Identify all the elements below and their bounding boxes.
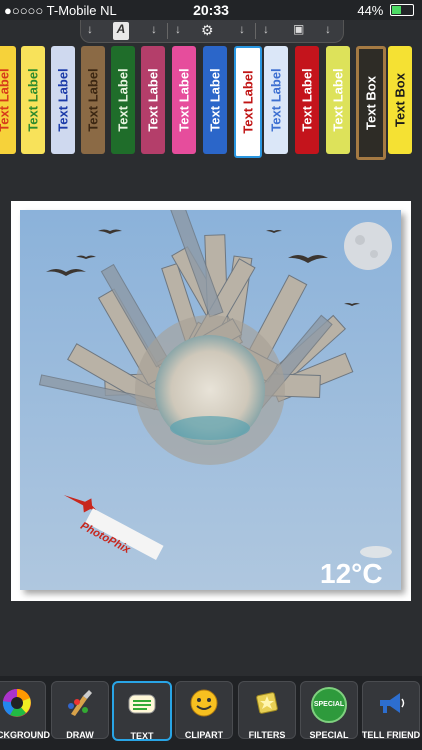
tell-friend-button[interactable]: TELL FRIEND <box>362 681 420 740</box>
draw-label: DRAW <box>66 730 94 740</box>
label-style-strip: Text Label Text Label Text Label Text La… <box>0 44 422 160</box>
label-style-10[interactable]: Text Label <box>295 46 319 154</box>
clipart-button[interactable]: CLIPART <box>175 681 233 740</box>
battery-icon <box>390 4 414 16</box>
clipart-label: CLIPART <box>184 730 224 740</box>
label-style-1[interactable]: Text Label <box>21 46 45 154</box>
battery-indicator: 44% <box>357 3 414 18</box>
top-tab-bar: ↓ A ↓ ↓ ⚙ ↓ ↓ ▣ ↓ <box>80 20 344 43</box>
background-button[interactable]: BACKGROUND <box>0 681 50 740</box>
special-badge-icon: SPECIAL <box>311 687 347 723</box>
cloud-icon <box>360 546 392 558</box>
arrow-down-icon[interactable]: ↓ <box>151 22 157 40</box>
smiley-icon <box>190 689 218 717</box>
label-style-13[interactable]: Text Box <box>388 46 412 154</box>
color-wheel-icon <box>2 688 31 717</box>
temperature-text: 12°C <box>320 558 383 589</box>
label-style-0[interactable]: Text Label <box>0 46 16 154</box>
battery-percent: 44% <box>357 3 384 18</box>
filters-star-icon <box>256 692 278 714</box>
paintbrush-icon <box>68 690 92 716</box>
text-button[interactable]: TEXT <box>112 681 172 741</box>
label-style-9[interactable]: Text Label <box>264 46 288 154</box>
photo-illustration <box>38 210 392 560</box>
label-style-6[interactable]: Text Label <box>172 46 196 154</box>
label-style-7[interactable]: Text Label <box>203 46 227 154</box>
label-style-2[interactable]: Text Label <box>51 46 75 154</box>
gear-icon[interactable]: ⚙ <box>201 22 214 40</box>
label-style-8[interactable]: Text Label <box>234 46 262 158</box>
photo-canvas[interactable]: PhotoPhix 12°C <box>11 201 411 601</box>
arrow-down-icon[interactable]: ↓ <box>175 22 181 40</box>
special-button[interactable]: SPECIAL SPECIAL <box>300 681 358 740</box>
moon <box>344 222 392 270</box>
tiny-planet-photo[interactable]: PhotoPhix 12°C <box>20 210 401 590</box>
label-style-12[interactable]: Text Box <box>356 46 386 160</box>
text-tool-icon <box>128 694 156 714</box>
text-style-icon[interactable]: A <box>113 22 129 40</box>
special-label: SPECIAL <box>309 730 349 740</box>
arrow-down-icon[interactable]: ↓ <box>239 22 245 40</box>
megaphone-icon <box>380 693 405 713</box>
layers-icon[interactable]: ▣ <box>293 22 304 40</box>
background-label: BACKGROUND <box>0 730 50 740</box>
status-bar: ●○○○○ T-Mobile NL 20:33 44% <box>0 0 422 20</box>
arrow-down-icon[interactable]: ↓ <box>87 22 93 40</box>
label-style-11[interactable]: Text Label <box>326 46 350 154</box>
arrow-down-icon[interactable]: ↓ <box>263 22 269 40</box>
draw-button[interactable]: DRAW <box>51 681 109 740</box>
filters-button[interactable]: FILTERS <box>238 681 296 740</box>
label-style-5[interactable]: Text Label <box>141 46 165 154</box>
label-style-3[interactable]: Text Label <box>81 46 105 154</box>
arrow-down-icon[interactable]: ↓ <box>325 22 331 40</box>
bottom-toolbar: BACKGROUND DRAW TEXT CLIPART FILTERS SPE <box>0 676 422 750</box>
text-label: TEXT <box>130 731 154 741</box>
label-style-4[interactable]: Text Label <box>111 46 135 154</box>
tell-friend-label: TELL FRIEND <box>361 730 421 740</box>
filters-label: FILTERS <box>248 730 286 740</box>
